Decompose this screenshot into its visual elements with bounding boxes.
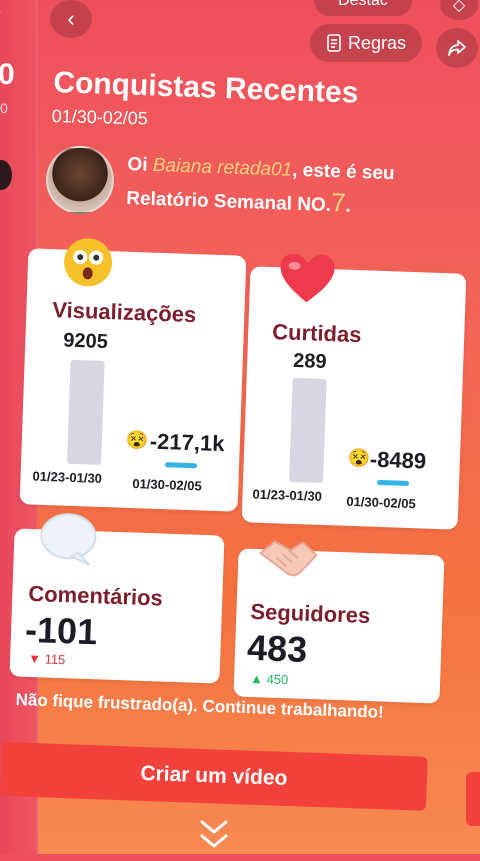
highlights-label: Destac [338,0,388,9]
avatar[interactable] [46,146,114,214]
greeting-prefix: Oi [127,153,154,176]
views-value: 9205 [62,329,109,354]
next-panel-button-edge[interactable] [466,772,480,826]
likes-prev-period: 01/23-01/30 [252,486,323,504]
followers-change-value: 450 [266,671,289,688]
followers-change: ▲ 450 [250,671,289,687]
comments-value: -101 [24,608,98,653]
shocked-face-emoji [61,235,115,294]
back-button[interactable]: ‹ [50,0,92,38]
previous-panel-sub: 0 [0,100,8,116]
page-title: Conquistas Recentes [52,66,359,110]
report-number: 7 [330,187,347,218]
speech-bubble-emoji [37,511,99,572]
highlights-button[interactable]: Destac [314,0,412,16]
chevron-double-down-icon[interactable] [194,818,234,854]
rules-button[interactable]: Regras [310,24,422,62]
likes-delta: -8489 [369,446,427,474]
followers-label: Seguidores [250,598,371,629]
followers-card[interactable]: Seguidores 483 ▲ 450 [233,540,445,704]
comments-change-value: 115 [44,651,66,668]
share-button[interactable] [436,28,478,68]
likes-label: Curtidas [271,319,362,348]
chevron-left-icon: ‹ [67,6,75,31]
document-icon [327,34,341,52]
views-curr-period: 01/30-02/05 [132,476,203,494]
rules-label: Regras [347,32,407,53]
likes-curr-period: 01/30-02/05 [346,493,417,512]
views-label: Visualizações [51,297,197,328]
greeting-middle: , este é seu [291,159,395,185]
comments-card[interactable]: Comentários -101 ▼ 115 [9,513,225,684]
chevron-right-icon[interactable]: › [0,0,22,26]
week-date-range: 01/30-02/05 [51,106,149,129]
views-previous-bar [67,359,105,465]
comments-label: Comentários [27,580,164,611]
previous-panel-avatar [0,160,12,190]
likes-current-bar [376,479,410,486]
greeting-suffix: . [345,195,352,217]
comments-change: ▼ 115 [28,651,66,667]
shocked-face-icon: 😵 [125,429,149,451]
views-prev-period: 01/23-01/30 [32,468,103,486]
greeting-line2: Relatório Semanal NO. [125,187,332,217]
tag-icon: ◇ [452,0,466,14]
likes-card[interactable]: Curtidas 289 😵 -8489 01/23-01/30 01/30-0… [241,253,467,530]
likes-value: 289 [292,349,327,374]
heart-emoji [277,251,337,312]
views-delta: -217,1k [149,428,225,457]
followers-value: 483 [246,626,308,670]
likes-previous-bar [289,377,327,483]
arrow-down-icon: ▼ [27,650,42,667]
handshake-emoji [255,533,321,588]
arrow-up-icon: ▲ [249,670,264,687]
shocked-face-icon: 😵 [347,447,371,469]
previous-panel-value: 0 [0,58,15,91]
views-card[interactable]: Visualizações 9205 😵 -217,1k 01/23-01/30… [19,238,247,512]
create-video-label: Criar um vídeo [140,761,288,790]
share-icon [448,40,466,56]
username: Baiana retada01 [152,154,293,181]
tag-button[interactable]: ◇ [440,0,478,20]
create-video-button[interactable]: Criar um vídeo [0,742,428,811]
weekly-greeting: Oi Baiana retada01, este é seu Relatório… [126,150,458,225]
views-current-bar [164,462,198,469]
